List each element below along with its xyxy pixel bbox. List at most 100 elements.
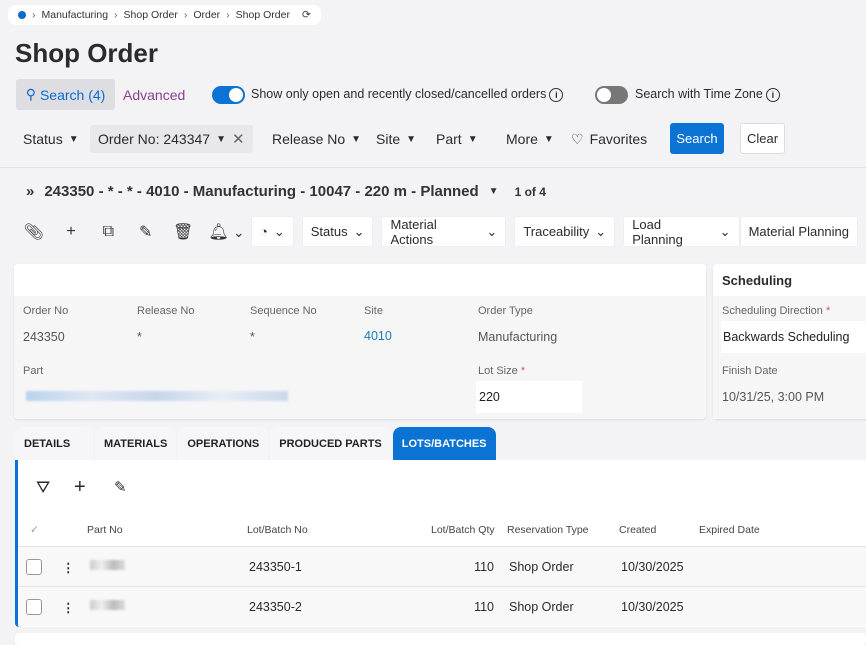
load-planning-menu[interactable]: Load Planning ⌄: [623, 216, 740, 247]
caret-down-icon: ▼: [467, 133, 478, 145]
close-icon[interactable]: ✕: [232, 130, 245, 148]
lots-grid: ⛛ + ✎ ✓ Part No Lot/Batch No Lot/Batch Q…: [15, 460, 866, 627]
column-header[interactable]: Lot/Batch No: [247, 524, 308, 536]
delete-icon[interactable]: 🗑︎: [164, 222, 201, 242]
select-all-checkbox[interactable]: ✓: [30, 524, 39, 536]
table-row[interactable]: ⋮ 243350-1 110 Shop Order 10/30/2025: [18, 546, 866, 586]
table-row[interactable]: ⋮ 243350-2 110 Shop Order 10/30/2025: [18, 586, 866, 626]
sequence-no-value: *: [250, 330, 255, 344]
info-icon[interactable]: i: [549, 88, 564, 102]
advanced-link[interactable]: Advanced: [123, 87, 185, 103]
site-label: Site: [364, 305, 383, 317]
column-header[interactable]: Part No: [87, 524, 123, 536]
material-planning-menu[interactable]: Material Planning: [739, 216, 859, 247]
site-link[interactable]: 4010: [364, 329, 392, 343]
info-icon[interactable]: i: [765, 88, 780, 102]
add-icon[interactable]: +: [74, 476, 86, 499]
caret-down-icon: ▼: [406, 133, 417, 145]
search-button[interactable]: Search: [670, 123, 724, 154]
row-menu-icon[interactable]: ⋮: [62, 560, 75, 575]
caret-down-icon: ▼: [68, 133, 79, 145]
filter-status[interactable]: Status ▼: [23, 125, 79, 153]
lot-no: 243350-2: [249, 600, 302, 614]
tab-lots-batches[interactable]: LOTS/BATCHES: [392, 427, 496, 461]
filter-part[interactable]: Part ▼: [436, 125, 478, 153]
lot-size-label: Lot Size *: [478, 365, 526, 377]
open-orders-toggle[interactable]: [212, 86, 245, 104]
caret-down-icon: ▼: [543, 133, 554, 145]
filter-site[interactable]: Site ▼: [376, 125, 416, 153]
lot-qty: 110: [474, 560, 494, 574]
lot-qty: 110: [474, 600, 494, 614]
reservation-type: Shop Order: [509, 560, 574, 574]
order-no-value: 243350: [23, 330, 65, 344]
toolbar: 📎︎ + ⧉ ✎ 🗑︎ 🔔︎ ⌄ ◔ ⌄ Status ⌄ Material Act…: [15, 216, 866, 247]
column-header[interactable]: Expired Date: [699, 524, 760, 536]
search-label: Search (4): [39, 86, 106, 103]
reservation-type: Shop Order: [509, 600, 574, 614]
column-header[interactable]: Reservation Type: [507, 524, 589, 536]
part-no-redacted: [90, 600, 125, 610]
record-title[interactable]: 243350 - * - * - 4010 - Manufacturing - …: [44, 183, 478, 200]
part-value-redacted[interactable]: [26, 391, 288, 401]
tab-bar: DETAILS MATERIALS OPERATIONS PRODUCED PA…: [15, 427, 496, 461]
breadcrumb-item[interactable]: Order: [193, 9, 220, 21]
order-details-card: Order No 243350 Release No * Sequence No…: [14, 264, 706, 419]
timezone-toggle[interactable]: [595, 86, 628, 104]
traceability-menu[interactable]: Traceability ⌄: [514, 216, 616, 247]
open-orders-label: Show only open and recently closed/cance…: [251, 87, 564, 102]
search-icon: ⚲: [25, 86, 36, 102]
material-actions-menu[interactable]: Material Actions ⌄: [381, 216, 507, 247]
record-count: 1 of 4: [514, 184, 546, 199]
refresh-icon[interactable]: ⟳: [302, 9, 311, 21]
notification-icon[interactable]: 🔔︎ ⌄: [202, 222, 251, 242]
column-header[interactable]: Created: [619, 524, 656, 536]
caret-down-icon: ▼: [351, 133, 362, 145]
search-tab-button[interactable]: ⚲ Search (4): [16, 79, 115, 110]
clear-button[interactable]: Clear: [740, 123, 785, 154]
edit-icon[interactable]: ✎: [127, 222, 164, 242]
created-date: 10/30/2025: [621, 560, 684, 574]
scheduling-direction-input[interactable]: Backwards Scheduling: [721, 321, 866, 353]
lot-size-input[interactable]: 220: [476, 381, 582, 413]
divider: [0, 167, 866, 168]
record-selector: » 243350 - * - * - 4010 - Manufacturing …: [26, 183, 546, 200]
lot-no: 243350-1: [249, 560, 302, 574]
favorites-button[interactable]: ♡ Favorites: [571, 125, 647, 153]
tab-materials[interactable]: MATERIALS: [95, 427, 177, 461]
next-section-card: [15, 633, 866, 645]
scheduling-direction-label: Scheduling Direction *: [722, 305, 831, 317]
tab-operations[interactable]: OPERATIONS: [178, 427, 269, 461]
release-no-value: *: [137, 330, 142, 344]
status-menu[interactable]: Status ⌄: [301, 216, 374, 247]
breadcrumb: › Manufacturing › Shop Order › Order › Shop…: [8, 5, 321, 25]
home-icon[interactable]: [18, 11, 26, 19]
timezone-label: Search with Time Zone i: [635, 87, 780, 102]
filter-more[interactable]: More ▼: [506, 125, 554, 153]
part-label: Part: [23, 365, 44, 377]
duplicate-icon[interactable]: ⧉: [90, 223, 127, 241]
filter-icon[interactable]: ⛛: [36, 478, 50, 498]
filter-order-no[interactable]: Order No: 243347 ▼ ✕: [90, 125, 253, 153]
add-icon[interactable]: +: [52, 223, 89, 241]
chart-menu[interactable]: ◔ ⌄: [250, 216, 294, 247]
row-menu-icon[interactable]: ⋮: [62, 600, 75, 615]
column-header[interactable]: Lot/Batch Qty: [431, 524, 495, 536]
heart-icon: ♡: [571, 130, 584, 147]
breadcrumb-item: Shop Order: [235, 9, 290, 21]
filter-release-no[interactable]: Release No ▼: [272, 125, 361, 153]
edit-icon[interactable]: ✎: [114, 478, 127, 496]
breadcrumb-item[interactable]: Shop Order: [124, 9, 178, 21]
scheduling-title: Scheduling: [722, 273, 793, 288]
row-checkbox[interactable]: [26, 599, 42, 615]
row-checkbox[interactable]: [26, 559, 42, 575]
expand-icon[interactable]: »: [26, 183, 34, 200]
tab-details[interactable]: DETAILS: [15, 427, 93, 461]
tab-produced-parts[interactable]: PRODUCED PARTS: [270, 427, 391, 461]
attachment-icon[interactable]: 📎︎: [15, 222, 52, 242]
caret-down-icon[interactable]: ▼: [489, 186, 499, 197]
order-type-value: Manufacturing: [478, 330, 558, 344]
order-type-label: Order Type: [478, 305, 533, 317]
breadcrumb-item[interactable]: Manufacturing: [42, 9, 109, 21]
sequence-no-label: Sequence No: [250, 305, 317, 317]
